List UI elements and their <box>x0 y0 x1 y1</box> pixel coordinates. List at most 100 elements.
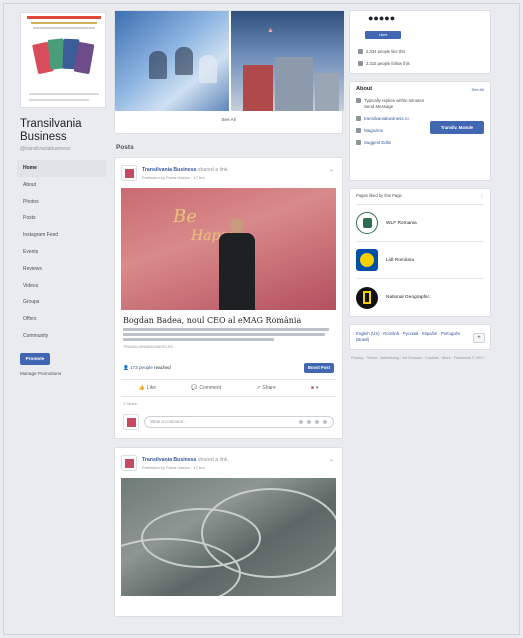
more-options-icon[interactable]: ⌄ <box>329 456 334 463</box>
page-nav: Home About Photos Posts Instagram Feed E… <box>17 160 108 345</box>
center-column: ▲ See All Posts Transilvania Business sh… <box>114 10 344 625</box>
message-button[interactable]: Transilv. Manule <box>430 121 484 134</box>
link-source: TRANSILVANIABUSINESS.RO <box>123 345 173 349</box>
share-label: Share <box>262 385 276 391</box>
promote-button[interactable]: Promote <box>20 352 50 365</box>
emoji-icon[interactable] <box>299 420 303 424</box>
post-meta: Published by Paula Haiduc · 17 hrs <box>142 464 205 470</box>
building-shape <box>275 57 313 111</box>
photo-building[interactable]: ▲ <box>231 11 344 111</box>
share-button[interactable]: ↗ Share <box>256 385 276 391</box>
page-frame: Transilvania Business @transilvaniabusin… <box>3 3 520 635</box>
nav-item-videos[interactable]: Videos <box>20 278 108 295</box>
thumbs-up-icon: 👍 <box>138 385 145 391</box>
nav-item-reviews[interactable]: Reviews <box>20 261 108 278</box>
nav-item-community[interactable]: Community <box>20 328 108 345</box>
share-icon: ↗ <box>256 385 261 391</box>
liked-page-item[interactable]: National Geographic <box>356 279 484 316</box>
post-link-image[interactable]: Be Happy <box>121 188 336 310</box>
about-card: About See All Typically replies within m… <box>349 81 491 181</box>
post-header: Transilvania Business shared a link. Pub… <box>121 164 336 182</box>
thumb-line <box>27 16 101 19</box>
reach-count[interactable]: 173 people <box>130 365 153 370</box>
comment-placeholder: Write a comment... <box>150 419 187 424</box>
suggest-edits-link[interactable]: Suggest Edits <box>356 140 484 146</box>
page-name[interactable]: Transilvania Business <box>20 118 108 144</box>
likes-stat[interactable]: 2,334 people like this <box>358 49 405 54</box>
post-meta: Published by Paula Haiduc · 17 hrs <box>142 174 205 180</box>
profile-picture[interactable] <box>20 12 106 108</box>
follows-stat-text: 2,315 people follow this <box>366 61 410 66</box>
suggest-edits-text: Suggest Edits <box>364 140 392 145</box>
add-language-button[interactable]: + <box>473 333 485 343</box>
liked-button[interactable]: Liked <box>365 31 401 39</box>
building-shape <box>315 73 339 111</box>
reach-text: 👤 173 people reached <box>123 365 171 371</box>
category-text: Magazine <box>364 128 384 133</box>
language-links[interactable]: English (US) · Română · Русский · Españo… <box>356 331 468 343</box>
liked-page-name: National Geographic <box>386 295 430 300</box>
tag-icon <box>356 128 361 133</box>
avatar-mark <box>127 418 136 427</box>
natgeo-logo-icon <box>356 286 378 309</box>
comment-button[interactable]: 💬 Comment <box>191 385 221 391</box>
comment-label: Comment <box>199 385 222 391</box>
person-silhouette <box>175 47 193 75</box>
website-text: transilvaniabusiness.ro <box>364 116 409 121</box>
page-avatar-icon: ■ <box>310 385 314 391</box>
like-button[interactable]: 👍 Like <box>139 385 156 391</box>
liked-page-item[interactable]: Lidl România <box>356 242 484 279</box>
follows-stat[interactable]: 2,315 people follow this <box>358 61 410 66</box>
camera-icon[interactable] <box>307 420 311 424</box>
thumb-line <box>29 93 99 95</box>
avatar[interactable] <box>121 165 137 181</box>
likes-stat-text: 2,334 people like this <box>366 49 406 54</box>
post-author[interactable]: Transilvania Business shared a link. <box>142 457 229 463</box>
liked-page-name: Lidl România <box>386 257 414 263</box>
comment-input[interactable]: Write a comment... <box>144 416 334 428</box>
nav-item-about[interactable]: About <box>20 177 108 194</box>
send-message-text[interactable]: Send Message <box>364 104 393 109</box>
more-options-icon[interactable]: ⋮ <box>480 193 484 198</box>
like-label: Like <box>146 385 156 391</box>
image-text: Be <box>173 206 197 227</box>
photos-card: ▲ See All <box>114 10 344 134</box>
shares-count[interactable]: 1 Share <box>121 397 336 410</box>
thumb-line <box>33 27 95 29</box>
author-name[interactable]: Transilvania Business <box>142 457 197 463</box>
person-head <box>230 218 244 234</box>
photo-meeting[interactable] <box>115 11 229 111</box>
clock-icon <box>356 98 361 103</box>
link-description-line <box>123 333 326 336</box>
boost-post-button[interactable]: Boost Post <box>303 363 334 373</box>
nav-item-photos[interactable]: Photos <box>20 194 108 211</box>
post-card: Transilvania Business shared a link. Pub… <box>114 447 343 617</box>
right-column: ●●●●● Liked 2,334 people like this 2,315… <box>349 10 491 362</box>
link-headline[interactable]: Bogdan Badea, noul CEO al eMAG România <box>123 316 334 325</box>
nav-item-offers[interactable]: Offers <box>20 311 108 328</box>
liked-page-item[interactable]: WLF Romania <box>356 205 484 242</box>
post-link-image[interactable] <box>121 478 336 596</box>
avatar[interactable] <box>121 455 137 471</box>
page-handle[interactable]: @transilvaniabusiness <box>20 146 108 152</box>
see-all-photos-link[interactable]: See All <box>115 117 342 122</box>
page-selector[interactable]: ■ ▾ <box>311 385 319 391</box>
nav-item-events[interactable]: Events <box>20 244 108 261</box>
person-photo <box>219 218 255 310</box>
nav-item-groups[interactable]: Groups <box>20 294 108 311</box>
nav-item-posts[interactable]: Posts <box>20 210 108 227</box>
author-name[interactable]: Transilvania Business <box>142 167 197 173</box>
post-author[interactable]: Transilvania Business shared a link. <box>142 167 229 173</box>
avatar-mark <box>125 169 134 178</box>
more-options-icon[interactable]: ⌄ <box>329 166 334 173</box>
sticker-icon[interactable] <box>323 420 327 424</box>
manage-promotions-link[interactable]: Manage Promotions <box>20 371 108 376</box>
nav-item-home[interactable]: Home <box>17 160 107 177</box>
wlf-logo-icon <box>356 212 378 234</box>
nav-item-instagram[interactable]: Instagram Feed <box>20 227 108 244</box>
gif-icon[interactable] <box>315 420 319 424</box>
comment-row: Write a comment... <box>121 410 336 438</box>
person-body <box>219 233 255 310</box>
about-see-all-link[interactable]: See All <box>472 87 484 92</box>
footer-links[interactable]: Privacy · Terms · Advertising · Ad Choic… <box>349 356 491 362</box>
